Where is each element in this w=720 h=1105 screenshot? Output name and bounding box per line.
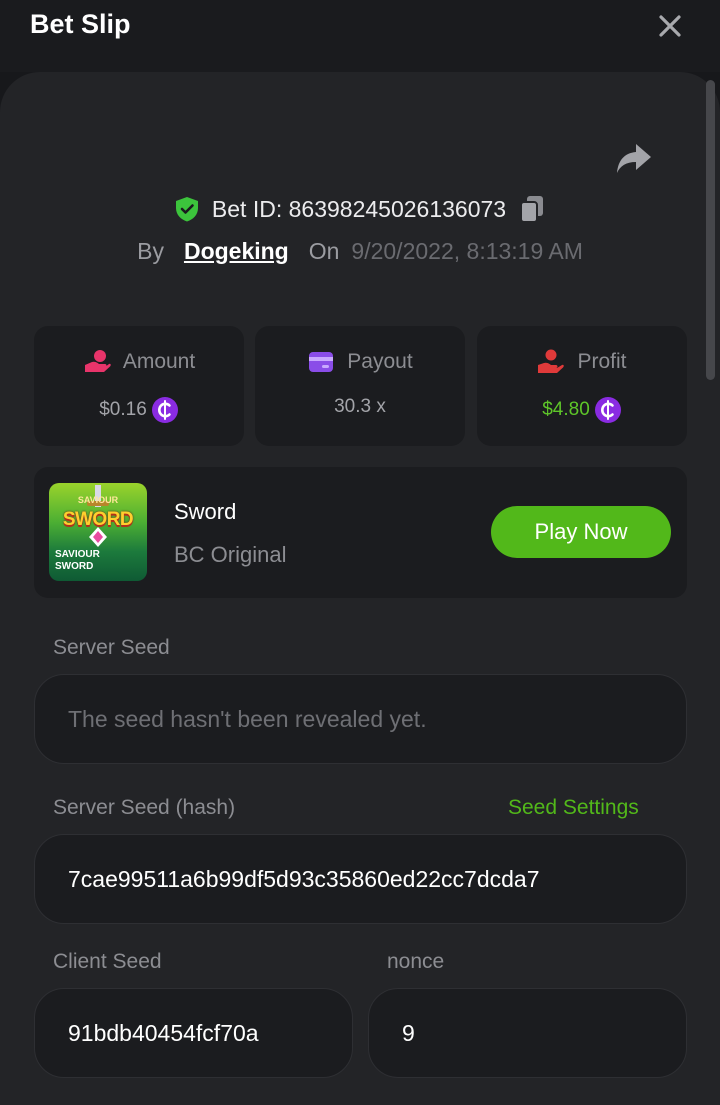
bet-author-row: By Dogeking On 9/20/2022, 8:13:19 AM [0,232,720,270]
server-seed-field[interactable]: The seed hasn't been revealed yet. [34,674,687,764]
profit-label: Profit [577,350,627,373]
payout-label: Payout [347,350,413,373]
thumbnail-small-text: SAVIOUR [77,495,119,505]
close-button[interactable] [652,8,688,44]
thumbnail-title: SWORD [62,509,134,530]
thumbnail-subtitle-line-2: SWORD [55,561,94,572]
amount-card: Amount $0.16 [34,326,244,446]
by-label: By [137,237,164,264]
server-seed-hash-value: 7cae99511a6b99df5d93c35860ed22cc7dcda7 [68,865,540,892]
seed-settings-link[interactable]: Seed Settings [508,796,639,820]
close-icon [659,15,681,37]
client-seed-label: Client Seed [53,950,162,973]
amount-label: Amount [122,350,196,373]
amount-value: $0.16 [99,399,147,420]
payout-card: Payout 30.3 x [255,326,465,446]
game-card: SAVIOUR SWORD SAVIOUR SWORD Sword BC Ori… [34,467,687,598]
server-seed-label: Server Seed [53,636,170,659]
server-seed-hash-field[interactable]: 7cae99511a6b99df5d93c35860ed22cc7dcda7 [34,834,687,924]
bet-date: 9/20/2022, 8:13:19 AM [351,237,583,264]
header: Bet Slip [0,0,720,72]
coins-hand-icon [83,348,111,376]
game-thumbnail[interactable]: SAVIOUR SWORD SAVIOUR SWORD [49,483,147,581]
thumbnail-subtitle-line-1: SAVIOUR [55,549,100,560]
bc-coin-icon [151,396,179,424]
share-button[interactable] [614,140,654,178]
on-label: On [308,237,340,264]
game-name: Sword [174,499,237,524]
scrollbar[interactable] [706,80,715,380]
copy-button[interactable] [518,194,546,224]
nonce-label: nonce [387,950,445,973]
bc-coin-icon [594,396,622,424]
server-seed-placeholder: The seed hasn't been revealed yet. [68,705,427,732]
wallet-card-icon [307,348,335,376]
shield-check-icon [174,196,200,222]
share-icon [617,144,651,173]
client-seed-value: 91bdb40454fcf70a [68,1019,259,1046]
thumbnail-subtitle: SAVIOUR SWORD [55,549,115,573]
game-tag: BC Original [174,542,287,567]
nonce-field[interactable]: 9 [368,988,687,1078]
payout-value: 30.3 x [334,396,386,417]
play-now-button[interactable]: Play Now [491,506,671,558]
profit-hand-icon [537,348,565,376]
profit-value: $4.80 [542,399,590,420]
page-title: Bet Slip [30,9,131,39]
server-seed-hash-label: Server Seed (hash) [53,796,236,819]
client-seed-field[interactable]: 91bdb40454fcf70a [34,988,353,1078]
copy-icon [520,196,544,223]
bet-id-row: Bet ID: 86398245026136073 [0,190,720,228]
username-link[interactable]: Dogeking [184,238,289,265]
nonce-value: 9 [402,1019,415,1046]
profit-card: Profit $4.80 [477,326,687,446]
bet-id: Bet ID: 86398245026136073 [211,195,507,222]
